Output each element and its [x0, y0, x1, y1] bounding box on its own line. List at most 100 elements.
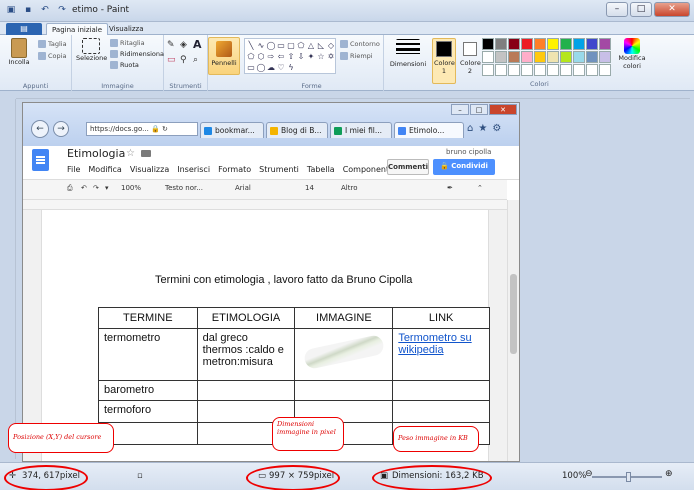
right-triangle-shape-icon[interactable]: ◺	[316, 40, 326, 51]
palette-swatch[interactable]	[482, 38, 494, 50]
eraser-tool[interactable]: ▭	[167, 55, 176, 65]
minimize-button[interactable]: –	[606, 2, 628, 17]
palette-swatch[interactable]	[547, 51, 559, 63]
table-row: barometro	[98, 380, 490, 401]
zoom-in-icon[interactable]: ⊕	[665, 469, 673, 479]
palette-swatch[interactable]	[508, 38, 520, 50]
paste-icon	[11, 38, 27, 58]
table-cell: dal greco thermos :caldo e metron:misura	[196, 328, 296, 381]
hexagon-shape-icon[interactable]: ⬡	[256, 51, 266, 62]
palette-swatch[interactable]	[586, 51, 598, 63]
text-tool[interactable]: A	[193, 38, 202, 51]
paste-button[interactable]: Incolla	[6, 38, 32, 66]
redo-icon[interactable]: ↷	[55, 3, 69, 17]
pentagon-shape-icon[interactable]: ⬠	[246, 51, 256, 62]
palette-swatch[interactable]	[508, 51, 520, 63]
copy-button[interactable]: Copia	[38, 52, 66, 60]
crop-button[interactable]: Ritaglia	[110, 39, 145, 47]
arrow-right-shape-icon[interactable]: ⇨	[266, 51, 276, 62]
palette-swatch[interactable]	[547, 38, 559, 50]
rectangle-shape-icon[interactable]: ▭	[276, 40, 286, 51]
palette-swatch[interactable]	[495, 38, 507, 50]
size-button[interactable]: Dimensioni	[388, 35, 428, 91]
fill-tool[interactable]: ◈	[180, 40, 187, 50]
vertical-ruler	[0, 99, 16, 459]
palette-swatch[interactable]	[573, 51, 585, 63]
polygon-shape-icon[interactable]: ⬠	[296, 40, 306, 51]
palette-swatch[interactable]	[534, 64, 546, 76]
arrow-up-shape-icon[interactable]: ⇧	[286, 51, 296, 62]
palette-swatch[interactable]	[508, 64, 520, 76]
palette-swatch[interactable]	[586, 64, 598, 76]
resize-button[interactable]: Ridimensiona	[110, 50, 164, 58]
select-button[interactable]: Selezione	[76, 38, 107, 62]
palette-swatch[interactable]	[573, 38, 585, 50]
palette-swatch[interactable]	[534, 38, 546, 50]
callout-rect-shape-icon[interactable]: ▭	[246, 62, 256, 73]
undo-icon[interactable]: ↶	[38, 3, 52, 17]
table-row: termometro dal greco thermos :caldo e me…	[98, 328, 490, 381]
palette-swatch[interactable]	[599, 64, 611, 76]
table-cell: termoforo	[98, 400, 198, 423]
palette-swatch[interactable]	[521, 51, 533, 63]
palette-swatch[interactable]	[599, 51, 611, 63]
callout-oval-shape-icon[interactable]: ◯	[256, 62, 266, 73]
tab-view[interactable]: Visualizza	[104, 23, 148, 35]
cloud-shape-icon[interactable]: ☁	[266, 62, 276, 73]
arrow-left-shape-icon[interactable]: ⇦	[276, 51, 286, 62]
lightning-shape-icon[interactable]: ϟ	[286, 62, 296, 73]
color1-swatch	[436, 41, 452, 57]
zoom-slider-thumb[interactable]	[626, 472, 631, 482]
outline-button[interactable]: Contorno	[340, 40, 380, 48]
oval-shape-icon[interactable]: ◯	[266, 40, 276, 51]
magnifier-tool[interactable]: ⌕	[193, 55, 198, 65]
palette-swatch[interactable]	[521, 64, 533, 76]
file-menu-button[interactable]: ▤	[6, 23, 42, 35]
heart-shape-icon[interactable]: ♡	[276, 62, 286, 73]
paint-app-icon[interactable]: ▣	[4, 3, 18, 17]
star4-shape-icon[interactable]: ✦	[306, 51, 316, 62]
color-picker-tool[interactable]: ⚲	[180, 55, 187, 65]
group-shapes: ╲ ∿ ◯ ▭ ▢ ⬠ △ ◺ ◇ ⬠ ⬡ ⇨ ⇦ ⇧ ⇩ ✦ ☆ ✡ ▭ ◯ ☁ ♡ ϟ Contorno Riemp…	[240, 35, 384, 91]
rotate-button[interactable]: Ruota	[110, 61, 139, 69]
tab-home[interactable]: Pagina iniziale	[46, 23, 109, 35]
maximize-button[interactable]: □	[630, 2, 652, 17]
cut-button[interactable]: Taglia	[38, 40, 67, 48]
rounded-rect-shape-icon[interactable]: ▢	[286, 40, 296, 51]
close-button[interactable]: ✕	[654, 2, 690, 17]
color2-button[interactable]	[463, 42, 477, 56]
palette-swatch[interactable]	[482, 51, 494, 63]
star6-shape-icon[interactable]: ✡	[326, 51, 336, 62]
font-select: Arial	[235, 184, 251, 192]
brushes-button[interactable]: Pennelli	[208, 37, 240, 75]
palette-swatch[interactable]	[586, 38, 598, 50]
palette-swatch[interactable]	[495, 64, 507, 76]
palette-swatch[interactable]	[573, 64, 585, 76]
color-palette	[482, 38, 611, 76]
annotation-image-dimensions: Dimensioni immagine in pixel	[272, 417, 344, 451]
shapes-gallery[interactable]: ╲ ∿ ◯ ▭ ▢ ⬠ △ ◺ ◇ ⬠ ⬡ ⇨ ⇦ ⇧ ⇩ ✦ ☆ ✡ ▭ ◯ ☁ ♡ ϟ	[244, 38, 336, 74]
docs-menu-item: File	[67, 165, 81, 174]
curve-shape-icon[interactable]: ∿	[256, 40, 266, 51]
palette-swatch[interactable]	[560, 64, 572, 76]
pencil-tool[interactable]: ✎	[167, 40, 175, 50]
fill-button[interactable]: Riempi	[340, 52, 373, 60]
window-controls: – □ ✕	[606, 2, 690, 17]
star5-shape-icon[interactable]: ☆	[316, 51, 326, 62]
palette-swatch[interactable]	[534, 51, 546, 63]
palette-swatch[interactable]	[495, 51, 507, 63]
palette-swatch[interactable]	[560, 51, 572, 63]
edit-colors-button[interactable]: Modifica colori	[616, 38, 648, 70]
line-shape-icon[interactable]: ╲	[246, 40, 256, 51]
save-icon[interactable]: ▪	[21, 3, 35, 17]
palette-swatch[interactable]	[521, 38, 533, 50]
palette-swatch[interactable]	[560, 38, 572, 50]
diamond-shape-icon[interactable]: ◇	[326, 40, 336, 51]
header-link: LINK	[392, 307, 490, 329]
triangle-shape-icon[interactable]: △	[306, 40, 316, 51]
palette-swatch[interactable]	[482, 64, 494, 76]
palette-swatch[interactable]	[547, 64, 559, 76]
arrow-down-shape-icon[interactable]: ⇩	[296, 51, 306, 62]
browser-toolbar-icons: ⌂ ★ ⚙	[467, 123, 501, 134]
palette-swatch[interactable]	[599, 38, 611, 50]
